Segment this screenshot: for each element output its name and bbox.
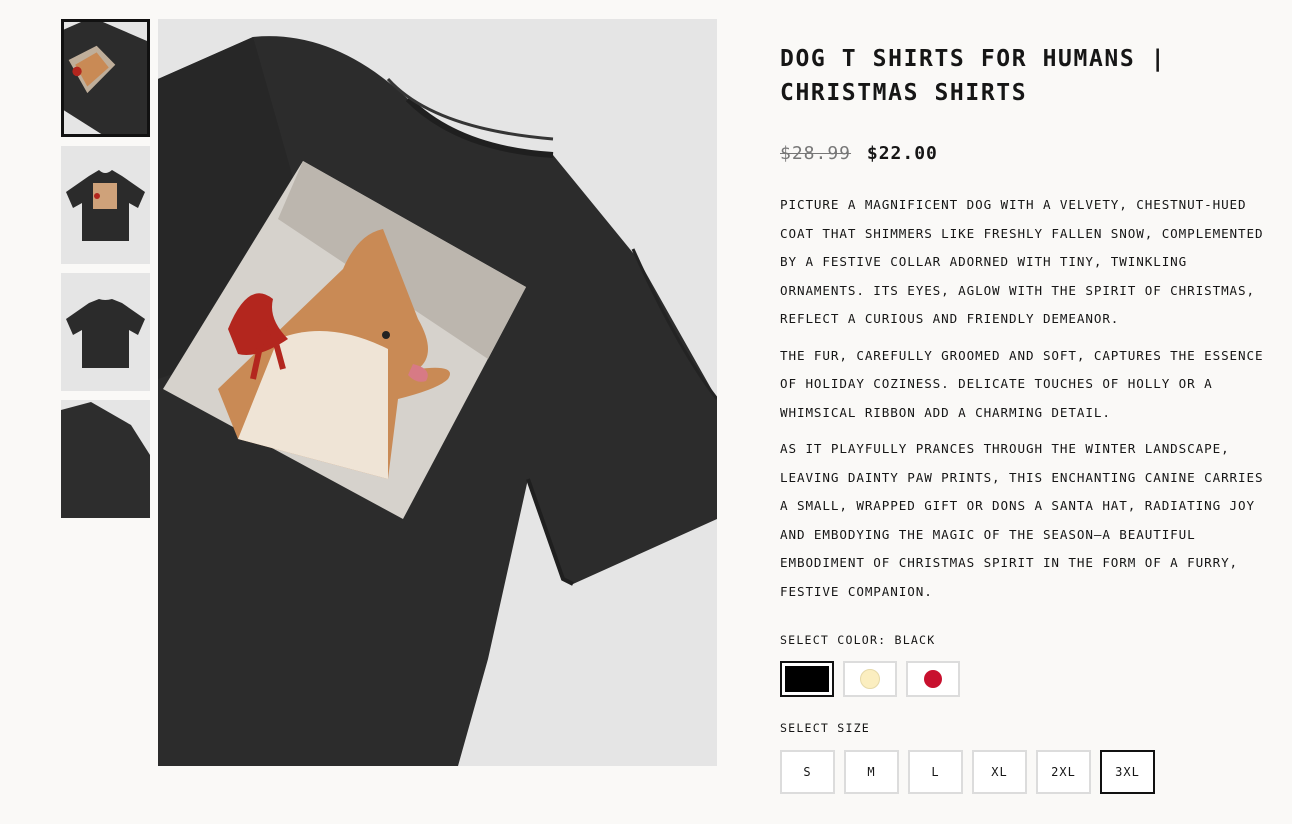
thumbnail-gallery xyxy=(61,19,151,527)
thumbnail-shirt-back[interactable] xyxy=(61,273,150,391)
color-swatch-cream[interactable] xyxy=(843,661,897,697)
description-paragraph: As it playfully prances through the wint… xyxy=(780,441,1264,599)
size-option-3xl[interactable]: 3XL xyxy=(1100,750,1155,794)
main-product-image[interactable] xyxy=(158,19,717,766)
color-swatch-red[interactable] xyxy=(906,661,960,697)
thumbnail-shirt-folded[interactable] xyxy=(61,400,150,518)
description-paragraph: The fur, carefully groomed and soft, cap… xyxy=(780,347,1264,420)
dog-shirt-image xyxy=(158,19,717,766)
size-option-l[interactable]: L xyxy=(908,750,963,794)
thumbnail-dog-shirt-closeup[interactable] xyxy=(61,19,150,137)
original-price: $28.99 xyxy=(780,143,852,164)
description-paragraph: Picture a magnificent dog with a velvety… xyxy=(780,197,1264,326)
product-description: Picture a magnificent dog with a velvety… xyxy=(780,191,1270,606)
color-swatch-black[interactable] xyxy=(780,661,834,697)
red-swatch-dot xyxy=(924,670,942,688)
sale-price: $22.00 xyxy=(866,143,938,164)
size-option-s[interactable]: S xyxy=(780,750,835,794)
color-swatches xyxy=(780,661,1270,697)
product-page: Dog T Shirts For Humans | Christmas Shir… xyxy=(0,0,1292,824)
size-option-m[interactable]: M xyxy=(844,750,899,794)
color-label: Select Color: Black xyxy=(780,633,936,647)
thumbnail-shirt-front[interactable] xyxy=(61,146,150,264)
size-option-2xl[interactable]: 2XL xyxy=(1036,750,1091,794)
cream-swatch-dot xyxy=(860,669,880,689)
product-title: Dog T Shirts For Humans | Christmas Shir… xyxy=(780,46,1167,106)
price-row: $28.99 $22.00 xyxy=(780,143,1270,164)
size-options: S M L XL 2XL 3XL xyxy=(780,750,1270,794)
black-swatch-fill xyxy=(785,666,829,692)
size-option-xl[interactable]: XL xyxy=(972,750,1027,794)
product-info: Dog T Shirts For Humans | Christmas Shir… xyxy=(780,42,1270,794)
size-label: Select Size xyxy=(780,721,870,735)
